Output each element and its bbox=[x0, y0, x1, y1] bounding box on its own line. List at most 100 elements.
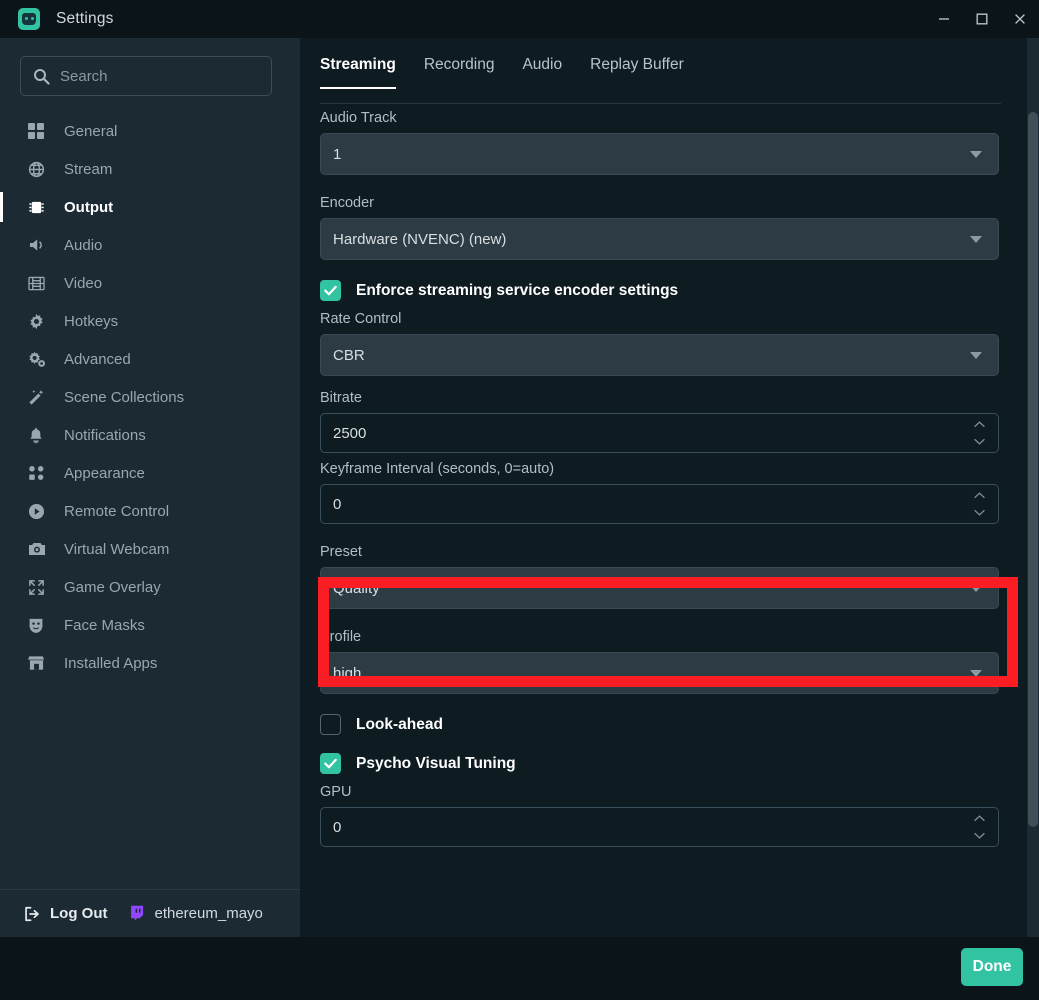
window-controls bbox=[925, 0, 1039, 38]
tab-bar: Streaming Recording Audio Replay Buffer bbox=[320, 56, 1001, 104]
sidebar-item-label: Game Overlay bbox=[64, 578, 161, 596]
keyframe-interval-value: 0 bbox=[333, 495, 342, 513]
sidebar-item-label: Stream bbox=[64, 160, 113, 178]
account-chip[interactable]: ethereum_mayo bbox=[129, 905, 263, 922]
sidebar-item-game-overlay[interactable]: Game Overlay bbox=[0, 568, 300, 606]
tab-label: Recording bbox=[423, 56, 495, 73]
done-button[interactable]: Done bbox=[961, 948, 1023, 986]
sidebar-item-label: Installed Apps bbox=[64, 654, 158, 672]
chevron-down-icon bbox=[970, 236, 982, 243]
grid-icon bbox=[28, 121, 50, 141]
sidebar-item-remote-control[interactable]: Remote Control bbox=[0, 492, 300, 530]
sidebar-item-label: Scene Collections bbox=[64, 388, 185, 406]
audio-track-select[interactable]: 1 bbox=[320, 133, 999, 175]
camera-icon bbox=[28, 539, 50, 559]
psycho-visual-tuning-row[interactable]: Psycho Visual Tuning bbox=[320, 753, 1020, 774]
bitrate-stepper[interactable] bbox=[972, 421, 986, 445]
log-out-button[interactable]: Log Out bbox=[24, 905, 107, 922]
enforce-encoder-settings-row[interactable]: Enforce streaming service encoder settin… bbox=[320, 280, 1020, 301]
rate-control-label: Rate Control bbox=[320, 311, 402, 327]
checkbox-checked-icon[interactable] bbox=[320, 753, 341, 774]
sidebar-item-video[interactable]: Video bbox=[0, 264, 300, 302]
store-icon bbox=[28, 653, 50, 673]
sidebar-item-advanced[interactable]: Advanced bbox=[0, 340, 300, 378]
sidebar-item-general[interactable]: General bbox=[0, 112, 300, 150]
sidebar-item-audio[interactable]: Audio bbox=[0, 226, 300, 264]
settings-window: Settings Search General Stream Output Au… bbox=[0, 0, 1039, 1000]
search-icon bbox=[33, 68, 50, 85]
maximize-icon[interactable] bbox=[963, 0, 1001, 38]
search-input[interactable] bbox=[60, 67, 259, 85]
search-field[interactable] bbox=[20, 56, 272, 96]
sidebar-item-stream[interactable]: Stream bbox=[0, 150, 300, 188]
account-username: ethereum_mayo bbox=[154, 905, 263, 922]
sidebar-item-label: Advanced bbox=[64, 350, 131, 368]
sidebar-item-appearance[interactable]: Appearance bbox=[0, 454, 300, 492]
keyframe-interval-label: Keyframe Interval (seconds, 0=auto) bbox=[320, 461, 555, 477]
rate-control-select[interactable]: CBR bbox=[320, 334, 999, 376]
twitch-icon bbox=[129, 905, 145, 922]
gpu-input[interactable]: 0 bbox=[320, 807, 999, 847]
bitrate-input[interactable]: 2500 bbox=[320, 413, 999, 453]
sidebar-item-virtual-webcam[interactable]: Virtual Webcam bbox=[0, 530, 300, 568]
chevron-down-icon bbox=[970, 670, 982, 677]
tab-streaming[interactable]: Streaming bbox=[320, 56, 396, 89]
preset-value: Quality bbox=[333, 579, 380, 597]
bitrate-label: Bitrate bbox=[320, 390, 362, 406]
chevron-down-icon bbox=[970, 352, 982, 359]
encoder-select[interactable]: Hardware (NVENC) (new) bbox=[320, 218, 999, 260]
rate-control-value: CBR bbox=[333, 346, 365, 364]
tab-replay-buffer[interactable]: Replay Buffer bbox=[590, 56, 684, 88]
sidebar-item-label: Appearance bbox=[64, 464, 145, 482]
sidebar-item-output[interactable]: Output bbox=[0, 188, 300, 226]
gpu-stepper[interactable] bbox=[972, 815, 986, 839]
sidebar-item-label: Output bbox=[64, 198, 114, 216]
chip-icon bbox=[28, 197, 50, 217]
keyframe-interval-stepper[interactable] bbox=[972, 492, 986, 516]
sidebar-item-installed-apps[interactable]: Installed Apps bbox=[0, 644, 300, 682]
tab-audio[interactable]: Audio bbox=[522, 56, 562, 88]
checkbox-checked-icon[interactable] bbox=[320, 280, 341, 301]
sidebar-item-scene-collections[interactable]: Scene Collections bbox=[0, 378, 300, 416]
log-out-label: Log Out bbox=[50, 905, 108, 922]
streaming-settings-form: Audio Track 1 Encoder Hardware (NVENC) (… bbox=[320, 110, 1020, 847]
checkbox-unchecked-icon[interactable] bbox=[320, 714, 341, 735]
bottom-bar: Done bbox=[300, 937, 1039, 1000]
speaker-icon bbox=[28, 235, 50, 255]
preset-label: Preset bbox=[320, 544, 362, 560]
close-icon[interactable] bbox=[1001, 0, 1039, 38]
window-title: Settings bbox=[56, 10, 114, 27]
psycho-visual-tuning-label: Psycho Visual Tuning bbox=[356, 754, 516, 772]
sidebar-item-label: Remote Control bbox=[64, 502, 170, 520]
look-ahead-row[interactable]: Look-ahead bbox=[320, 714, 1020, 735]
main-panel: Streaming Recording Audio Replay Buffer … bbox=[300, 38, 1039, 937]
bottom-bar-left-fill bbox=[0, 937, 300, 1000]
keyframe-interval-input[interactable]: 0 bbox=[320, 484, 999, 524]
sidebar-item-notifications[interactable]: Notifications bbox=[0, 416, 300, 454]
chevron-down-icon bbox=[970, 151, 982, 158]
bitrate-value: 2500 bbox=[333, 424, 367, 442]
logout-icon bbox=[24, 906, 41, 922]
expand-icon bbox=[28, 577, 50, 597]
sidebar-item-hotkeys[interactable]: Hotkeys bbox=[0, 302, 300, 340]
title-bar: Settings bbox=[0, 0, 1039, 38]
audio-track-value: 1 bbox=[333, 145, 342, 163]
preset-select[interactable]: Quality bbox=[320, 567, 999, 609]
sidebar-footer: Log Out ethereum_mayo bbox=[0, 889, 300, 937]
sidebar: General Stream Output bbox=[0, 38, 300, 937]
encoder-label: Encoder bbox=[320, 195, 375, 211]
sidebar-item-label: Audio bbox=[64, 236, 103, 254]
gears-icon bbox=[28, 349, 50, 369]
globe-icon bbox=[28, 159, 50, 179]
sidebar-nav: General Stream Output Audio Video Hotkey… bbox=[0, 112, 300, 682]
profile-select[interactable]: high bbox=[320, 652, 999, 694]
enforce-encoder-settings-label: Enforce streaming service encoder settin… bbox=[356, 281, 679, 299]
appearance-icon bbox=[28, 463, 50, 483]
sidebar-item-face-masks[interactable]: Face Masks bbox=[0, 606, 300, 644]
look-ahead-label: Look-ahead bbox=[356, 715, 443, 733]
wand-icon bbox=[28, 387, 50, 407]
tab-recording[interactable]: Recording bbox=[424, 56, 495, 88]
sidebar-item-label: Virtual Webcam bbox=[64, 540, 170, 558]
settings-scrollbar-thumb[interactable] bbox=[1028, 112, 1038, 827]
minimize-icon[interactable] bbox=[925, 0, 963, 38]
